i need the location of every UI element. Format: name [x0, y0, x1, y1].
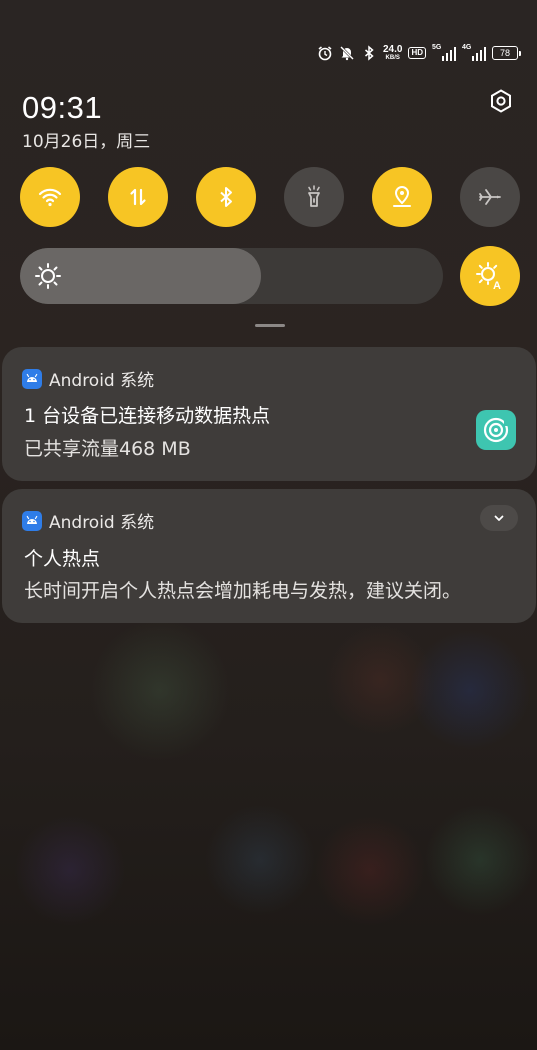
alarm-icon	[317, 45, 333, 61]
sim1-signal-icon: 5G	[432, 44, 456, 61]
notification-card-hotspot-warning[interactable]: Android 系统 个人热点 长时间开启个人热点会增加耗电与发热，建议关闭。	[2, 489, 536, 623]
auto-brightness-label: A	[493, 280, 501, 291]
panel-drag-handle[interactable]	[255, 324, 285, 327]
notification-header: Android 系统	[22, 366, 154, 391]
settings-gear-icon	[491, 89, 511, 113]
notification-app-name: Android 系统	[49, 371, 155, 391]
notification-card-hotspot-connected[interactable]: Android 系统 1 台设备已连接移动数据热点 已共享流量468 MB	[2, 347, 536, 481]
flashlight-tile[interactable]	[284, 167, 344, 227]
mobile-data-tile[interactable]	[108, 167, 168, 227]
auto-brightness-icon: A	[476, 262, 501, 291]
clock-time[interactable]: 09:31	[22, 90, 102, 126]
sim2-signal-icon: 4G	[462, 44, 486, 61]
chevron-down-icon	[494, 515, 504, 521]
network-speed: 24.0 KB/S	[382, 44, 403, 62]
notification-text: 已共享流量468 MB	[24, 438, 191, 460]
network-speed-unit: KB/S	[385, 55, 400, 61]
wifi-icon	[38, 188, 62, 207]
notification-header: Android 系统	[22, 508, 154, 533]
wifi-tile[interactable]	[20, 167, 80, 227]
auto-brightness-button[interactable]: A	[460, 246, 520, 306]
battery-icon: 78	[492, 46, 521, 60]
quick-settings-tiles	[20, 167, 520, 227]
brightness-slider[interactable]	[20, 248, 443, 304]
notification-app-name: Android 系统	[49, 513, 155, 533]
android-app-icon	[22, 510, 42, 531]
brightness-sun-icon	[35, 263, 61, 289]
bluetooth-icon	[361, 45, 377, 61]
android-app-icon	[22, 368, 42, 389]
battery-level: 78	[492, 46, 518, 60]
airplane-icon	[479, 189, 501, 205]
status-bar: 24.0 KB/S HD 5G 4G 78	[317, 42, 521, 64]
network-speed-value: 24.0	[382, 44, 403, 55]
notification-title: 1 台设备已连接移动数据热点	[24, 405, 271, 427]
mute-icon	[339, 45, 355, 61]
flashlight-icon	[308, 185, 320, 207]
bluetooth-icon	[220, 187, 232, 207]
notification-expand-button[interactable]	[480, 505, 518, 531]
location-tile[interactable]	[372, 167, 432, 227]
location-icon	[393, 186, 411, 207]
date-label[interactable]: 10月26日，周三	[22, 127, 150, 152]
sim1-network-label: 5G	[432, 44, 442, 51]
hotspot-icon	[476, 410, 516, 450]
notification-text: 长时间开启个人热点会增加耗电与发热，建议关闭。	[24, 580, 462, 602]
hd-voice-badge: HD	[408, 47, 426, 59]
settings-button[interactable]	[487, 87, 515, 115]
data-arrows-icon	[130, 188, 146, 206]
sim2-network-label: 4G	[462, 44, 472, 51]
airplane-mode-tile[interactable]	[460, 167, 520, 227]
notification-title: 个人热点	[24, 548, 101, 570]
bluetooth-tile[interactable]	[196, 167, 256, 227]
